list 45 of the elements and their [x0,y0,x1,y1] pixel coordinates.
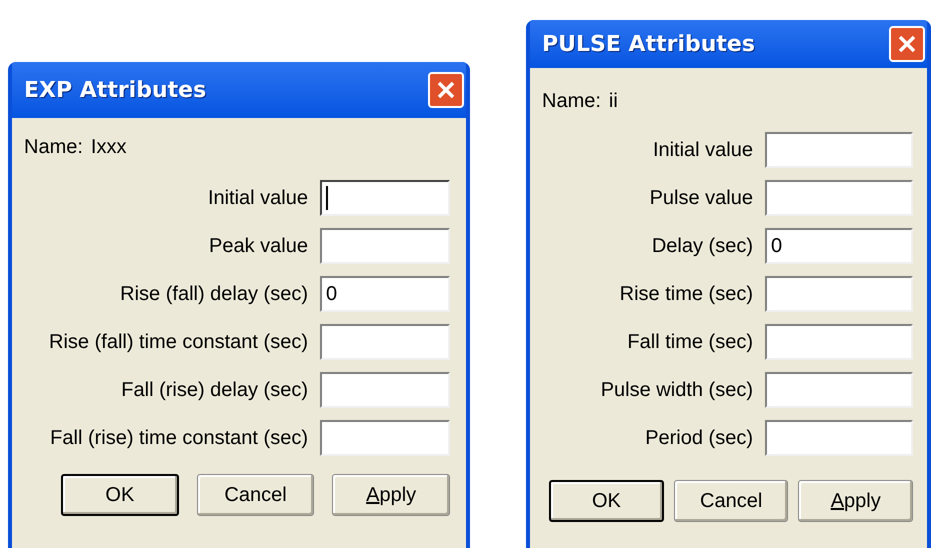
field-label: Fall time (sec) [627,330,753,355]
field-value: 0 [771,234,782,259]
field-label: Fall (rise) delay (sec) [121,378,308,403]
close-icon [897,34,917,54]
input-field[interactable] [320,420,450,456]
text-cursor-icon [326,186,328,210]
name-value: ii [608,89,618,114]
ok-button[interactable]: OK [549,480,664,522]
input-field[interactable] [320,372,450,408]
field-label: Rise time (sec) [620,282,753,307]
input-field[interactable] [765,324,913,360]
field-label: Initial value [208,186,308,211]
field-label: Pulse value [650,186,753,211]
input-field[interactable] [765,132,913,168]
field-value: 0 [326,282,338,307]
dialog-button[interactable]: Cancel [674,480,788,522]
name-label: Name: [24,135,83,160]
input-field[interactable] [765,180,913,216]
field-label: Pulse width (sec) [600,378,753,403]
input-field[interactable] [320,228,450,264]
dialog-button[interactable]: Apply [332,474,450,516]
close-icon [436,80,456,100]
input-field[interactable]: 0 [320,276,450,312]
field-label: Fall (rise) time constant (sec) [50,426,308,451]
field-label: Initial value [652,138,753,163]
name-label: Name: [542,89,601,114]
input-field[interactable] [320,180,450,216]
name-value: Ixxx [90,135,126,160]
field-label: Delay (sec) [652,234,753,259]
field-label: Period (sec) [645,426,753,451]
dialog-button[interactable]: Apply [798,480,913,522]
window-title: EXP Attributes [24,76,206,104]
field-label: Rise (fall) time constant (sec) [49,330,308,355]
close-button[interactable] [428,72,464,108]
field-label: Rise (fall) delay (sec) [120,282,308,307]
ok-button[interactable]: OK [61,474,179,516]
close-button[interactable] [889,26,925,62]
window-title: PULSE Attributes [542,30,755,58]
input-field[interactable]: 0 [765,228,913,264]
dialog-button[interactable]: Cancel [196,474,314,516]
input-field[interactable] [765,420,913,456]
input-field[interactable] [765,372,913,408]
input-field[interactable] [320,324,450,360]
input-field[interactable] [765,276,913,312]
field-label: Peak value [209,234,308,259]
